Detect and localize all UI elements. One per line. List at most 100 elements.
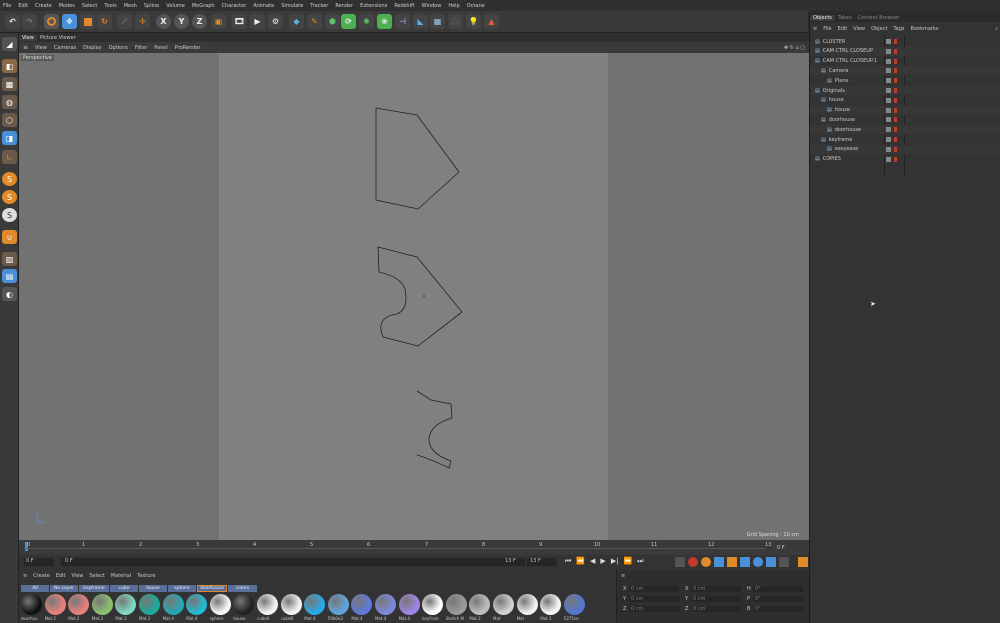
menu-octane[interactable]: Octane	[467, 3, 485, 9]
om-menu-bookmarks[interactable]: Bookmarks	[911, 26, 939, 32]
camera-icon[interactable]: 🎥	[448, 14, 463, 29]
mat-menu-select[interactable]: Select	[89, 573, 104, 579]
menu-mograph[interactable]: MoGraph	[192, 3, 215, 9]
render-settings-icon[interactable]: ⚙	[268, 14, 283, 29]
floor-icon[interactable]: ◣	[413, 14, 428, 29]
mat-menu-view[interactable]: View	[72, 573, 84, 579]
grid-snap-icon[interactable]: ▤	[2, 269, 17, 283]
render-picture-viewer-icon[interactable]: ▶	[250, 14, 265, 29]
filter-cube[interactable]: cube	[110, 585, 138, 592]
cloner-icon[interactable]: ⟳	[341, 14, 356, 29]
object-row[interactable]: ▤ CLUSTER	[810, 37, 1000, 46]
object-row[interactable]: ▤ house	[810, 96, 1000, 105]
viewport-hamburger-icon[interactable]: ≡	[23, 44, 28, 51]
tab-objects[interactable]: Objects	[810, 14, 835, 21]
mograph-icon[interactable]: ❀	[377, 14, 392, 29]
material-swatch[interactable]	[139, 594, 160, 615]
key-position-icon[interactable]	[714, 557, 724, 567]
render-toggle-icon[interactable]	[894, 156, 897, 162]
cube-icon[interactable]: ◆	[289, 14, 304, 29]
keyframe-selection-icon[interactable]	[701, 557, 711, 567]
edges-mode-icon[interactable]: ◨	[2, 131, 17, 145]
material-swatch[interactable]	[68, 594, 90, 615]
key-scale-icon[interactable]	[727, 557, 737, 567]
filter-no-layer[interactable]: No Layer	[50, 585, 78, 592]
coord-rot-h-field[interactable]: 0°	[753, 586, 803, 592]
axis-x-button[interactable]: X	[156, 14, 171, 29]
visibility-toggle-icon[interactable]	[886, 97, 891, 103]
render-toggle-icon[interactable]	[894, 88, 897, 93]
mat-menu-create[interactable]: Create	[33, 573, 50, 579]
coord-pos-y-field[interactable]: 0 cm	[629, 596, 679, 602]
material-swatch[interactable]	[398, 594, 420, 615]
render-toggle-icon[interactable]	[894, 78, 897, 84]
pen-spline-icon[interactable]: ✎	[307, 14, 322, 29]
coord-hamburger-icon[interactable]: ≡	[621, 573, 625, 579]
menu-edit[interactable]: Edit	[18, 3, 28, 9]
axis-coord-icon[interactable]: ✛	[135, 14, 150, 29]
key-param-icon[interactable]	[753, 557, 763, 567]
render-toggle-icon[interactable]	[894, 146, 897, 152]
object-row[interactable]: ▤ doorhouse	[810, 125, 1000, 135]
material-swatch[interactable]	[493, 594, 514, 615]
menu-volume[interactable]: Volume	[166, 3, 185, 9]
visibility-toggle-icon[interactable]	[886, 78, 891, 84]
axis-z-button[interactable]: Z	[192, 14, 207, 29]
menu-modes[interactable]: Modes	[59, 3, 75, 9]
menu-help[interactable]: Help	[448, 3, 459, 9]
vp-menu-filter[interactable]: Filter	[135, 45, 147, 51]
subdivision-icon[interactable]: ⬢	[325, 14, 340, 29]
material-swatch[interactable]	[233, 594, 255, 615]
polygons-mode-icon[interactable]: ∟	[2, 150, 17, 164]
make-editable-icon[interactable]: ◢	[2, 37, 17, 51]
object-row[interactable]: ▤ Camera	[810, 66, 1000, 76]
visibility-toggle-icon[interactable]	[886, 107, 891, 113]
mat-menu-edit[interactable]: Edit	[56, 573, 66, 579]
go-end-icon[interactable]: ⏭	[637, 557, 643, 566]
vp-menu-options[interactable]: Options	[109, 45, 128, 51]
material-swatch[interactable]	[44, 594, 66, 615]
visibility-toggle-icon[interactable]	[886, 127, 891, 133]
material-swatch[interactable]	[209, 594, 231, 615]
vp-menu-cameras[interactable]: Cameras	[54, 45, 76, 51]
render-toggle-icon[interactable]	[894, 127, 897, 133]
material-swatch[interactable]	[445, 594, 467, 615]
material-swatch[interactable]	[91, 594, 113, 615]
material-swatch[interactable]	[563, 594, 585, 615]
next-key-icon[interactable]: ⏩	[624, 557, 633, 566]
texture-mode-icon[interactable]: ▩	[2, 77, 17, 91]
render-toggle-icon[interactable]	[894, 117, 897, 123]
lock-workplane-icon[interactable]: ▨	[2, 252, 17, 266]
material-swatch[interactable]	[351, 594, 373, 615]
snap-icon-3[interactable]: S	[2, 208, 17, 222]
om-menu-file[interactable]: File	[823, 26, 831, 32]
filter-doorhouse[interactable]: doorhouse	[197, 585, 227, 592]
move-tool-icon[interactable]: ✥	[62, 14, 77, 29]
grid-icon[interactable]: ▦	[430, 14, 445, 29]
timeline-grid-icon[interactable]	[779, 557, 789, 567]
menu-animate[interactable]: Animate	[253, 3, 274, 9]
menu-tools[interactable]: Tools	[104, 3, 116, 9]
vp-menu-prorender[interactable]: ProRender	[175, 45, 201, 51]
viewport-nav-icons[interactable]: ✥ ↻ ⌂ ▢	[784, 45, 805, 51]
object-row[interactable]: ▤ CAM CTRL CLOSEUP	[810, 46, 1000, 56]
menu-render[interactable]: Render	[335, 3, 353, 9]
menu-window[interactable]: Window	[422, 3, 442, 9]
render-toggle-icon[interactable]	[894, 137, 897, 142]
om-menu-edit[interactable]: Edit	[838, 26, 848, 32]
material-swatch[interactable]	[115, 594, 137, 615]
workplane-icon[interactable]: ◍	[2, 95, 17, 109]
filter-house[interactable]: house	[139, 585, 167, 592]
start-frame-field[interactable]: 0 F	[61, 558, 525, 566]
deformer-icon[interactable]: ✺	[359, 14, 374, 29]
object-row[interactable]: ▤ COPIES	[810, 155, 1000, 164]
prev-frame-icon[interactable]: ◀	[590, 557, 595, 566]
render-toggle-icon[interactable]	[894, 58, 897, 64]
object-row[interactable]: ▤ house	[810, 105, 1000, 115]
tab-picture-viewer[interactable]: Picture Viewer	[37, 35, 79, 41]
mat-hamburger-icon[interactable]: ≡	[23, 573, 27, 579]
coord-pos-x-field[interactable]: 0 cm	[629, 586, 679, 592]
render-toggle-icon[interactable]	[894, 97, 897, 103]
model-mode-icon[interactable]: ◧	[2, 59, 17, 73]
redo-icon[interactable]: ↷	[22, 14, 37, 29]
